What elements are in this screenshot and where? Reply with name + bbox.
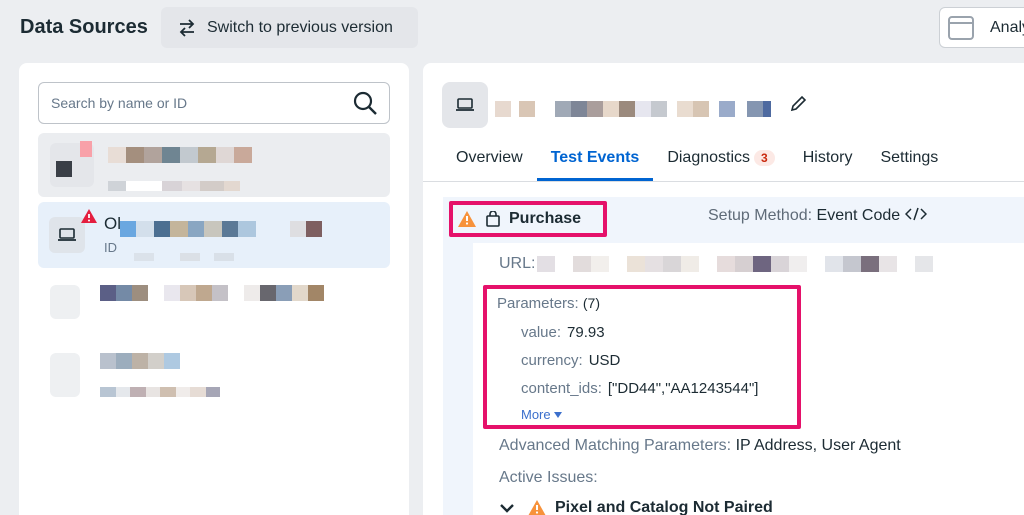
event-card: Purchase Setup Method: Event Code URL: P… bbox=[443, 197, 1024, 515]
redacted-id bbox=[108, 181, 240, 191]
parameter-value: 79.93 bbox=[567, 324, 605, 341]
more-link[interactable]: More bbox=[521, 407, 563, 422]
tab-history[interactable]: History bbox=[789, 143, 867, 181]
parameter-row: currency: USD bbox=[521, 352, 620, 369]
tab-label: History bbox=[802, 149, 853, 166]
url-label: URL: bbox=[499, 255, 536, 272]
source-id-label: ID bbox=[104, 240, 117, 255]
redacted-name bbox=[100, 353, 180, 369]
source-item[interactable] bbox=[38, 273, 390, 333]
event-header[interactable]: Purchase Setup Method: Event Code bbox=[443, 197, 1024, 237]
search-placeholder: Search by name or ID bbox=[51, 95, 188, 111]
page-title: Data Sources bbox=[20, 16, 148, 38]
tab-divider bbox=[423, 181, 1024, 182]
code-icon bbox=[904, 207, 927, 221]
chevron-down-icon[interactable] bbox=[499, 500, 515, 515]
switch-version-button[interactable]: Switch to previous version bbox=[161, 7, 418, 48]
tab-settings[interactable]: Settings bbox=[866, 143, 952, 181]
tab-label: Settings bbox=[880, 149, 939, 166]
parameter-key: content_ids: bbox=[521, 380, 602, 397]
advanced-matching-value: IP Address, User Agent bbox=[735, 437, 901, 454]
diagnostics-count-badge: 3 bbox=[754, 150, 775, 166]
more-label: More bbox=[521, 407, 551, 422]
detail-panel: Overview Test Events Diagnostics 3 Histor… bbox=[423, 63, 1024, 515]
search-icon[interactable] bbox=[351, 89, 379, 117]
source-item[interactable] bbox=[38, 343, 390, 405]
error-icon bbox=[81, 209, 97, 223]
parameter-row: content_ids: ["DD44","AA1243544"] bbox=[521, 380, 758, 397]
setup-method-value: Event Code bbox=[816, 207, 901, 224]
setup-method: Setup Method: Event Code bbox=[708, 207, 927, 225]
source-avatar bbox=[442, 82, 488, 128]
source-name-prefix: Ol bbox=[104, 214, 121, 233]
redacted-id bbox=[134, 253, 234, 261]
analytics-label: Analy bbox=[990, 18, 1024, 36]
analytics-button[interactable]: Analy bbox=[939, 7, 1024, 48]
redacted-id bbox=[100, 387, 220, 397]
window-icon bbox=[948, 15, 974, 40]
parameter-row: value: 79.93 bbox=[521, 324, 605, 341]
source-name: Ol bbox=[104, 214, 121, 234]
event-details: URL: Parameters: (7) value: 79.93 currenc… bbox=[473, 243, 1024, 515]
tab-overview[interactable]: Overview bbox=[442, 143, 537, 181]
parameter-key: value: bbox=[521, 324, 562, 341]
avatar-glyph bbox=[56, 161, 72, 177]
avatar bbox=[50, 141, 94, 187]
redacted-name bbox=[100, 285, 324, 301]
redacted-source-title bbox=[495, 101, 771, 117]
redacted-url bbox=[537, 256, 934, 272]
parameters-highlight: Parameters: (7) value: 79.93 currency: USD… bbox=[483, 285, 801, 429]
laptop-icon bbox=[58, 228, 76, 241]
issue-title: Pixel and Catalog Not Paired bbox=[555, 499, 773, 515]
event-url: URL: bbox=[499, 255, 934, 273]
parameters-title: Parameters: (7) bbox=[497, 295, 600, 312]
source-item-selected[interactable]: Ol ID bbox=[38, 202, 390, 268]
laptop-icon bbox=[456, 98, 474, 111]
source-item[interactable] bbox=[38, 133, 390, 197]
caret-down-icon bbox=[554, 412, 563, 418]
redacted-name bbox=[108, 147, 252, 163]
tab-diagnostics[interactable]: Diagnostics 3 bbox=[653, 143, 788, 181]
advanced-matching-label: Advanced Matching Parameters: bbox=[499, 437, 732, 454]
redacted-name bbox=[120, 221, 322, 237]
parameters-count: (7) bbox=[582, 295, 600, 311]
tab-label: Diagnostics bbox=[667, 149, 751, 166]
sources-panel: Search by name or ID Ol ID bbox=[19, 63, 409, 515]
parameters-label: Parameters: bbox=[497, 295, 579, 312]
event-name: Purchase bbox=[509, 210, 582, 227]
warning-icon bbox=[458, 211, 476, 227]
tab-label: Test Events bbox=[550, 149, 640, 166]
active-issues-label: Active Issues: bbox=[499, 469, 598, 486]
swap-arrows-icon bbox=[179, 18, 195, 37]
parameter-key: currency: bbox=[521, 352, 583, 369]
setup-method-label: Setup Method: bbox=[708, 207, 813, 224]
event-name-highlight: Purchase bbox=[449, 201, 607, 237]
parameter-value: USD bbox=[588, 352, 621, 369]
warning-icon bbox=[528, 500, 546, 515]
edit-icon[interactable] bbox=[789, 95, 807, 113]
avatar-badge bbox=[80, 141, 92, 157]
avatar bbox=[50, 285, 80, 319]
tab-label: Overview bbox=[456, 149, 523, 166]
tab-test-events[interactable]: Test Events bbox=[536, 143, 654, 181]
issue-row[interactable]: Pixel and Catalog Not Paired bbox=[499, 499, 773, 515]
search-input[interactable]: Search by name or ID bbox=[38, 82, 390, 124]
tab-bar: Overview Test Events Diagnostics 3 Histor… bbox=[442, 143, 952, 181]
top-bar: Data Sources Switch to previous version … bbox=[0, 0, 1024, 60]
avatar bbox=[50, 353, 80, 397]
advanced-matching: Advanced Matching Parameters: IP Address… bbox=[499, 437, 901, 455]
shopping-bag-icon bbox=[486, 211, 500, 227]
switch-version-label: Switch to previous version bbox=[207, 18, 393, 36]
parameter-value: ["DD44","AA1243544"] bbox=[607, 380, 759, 397]
